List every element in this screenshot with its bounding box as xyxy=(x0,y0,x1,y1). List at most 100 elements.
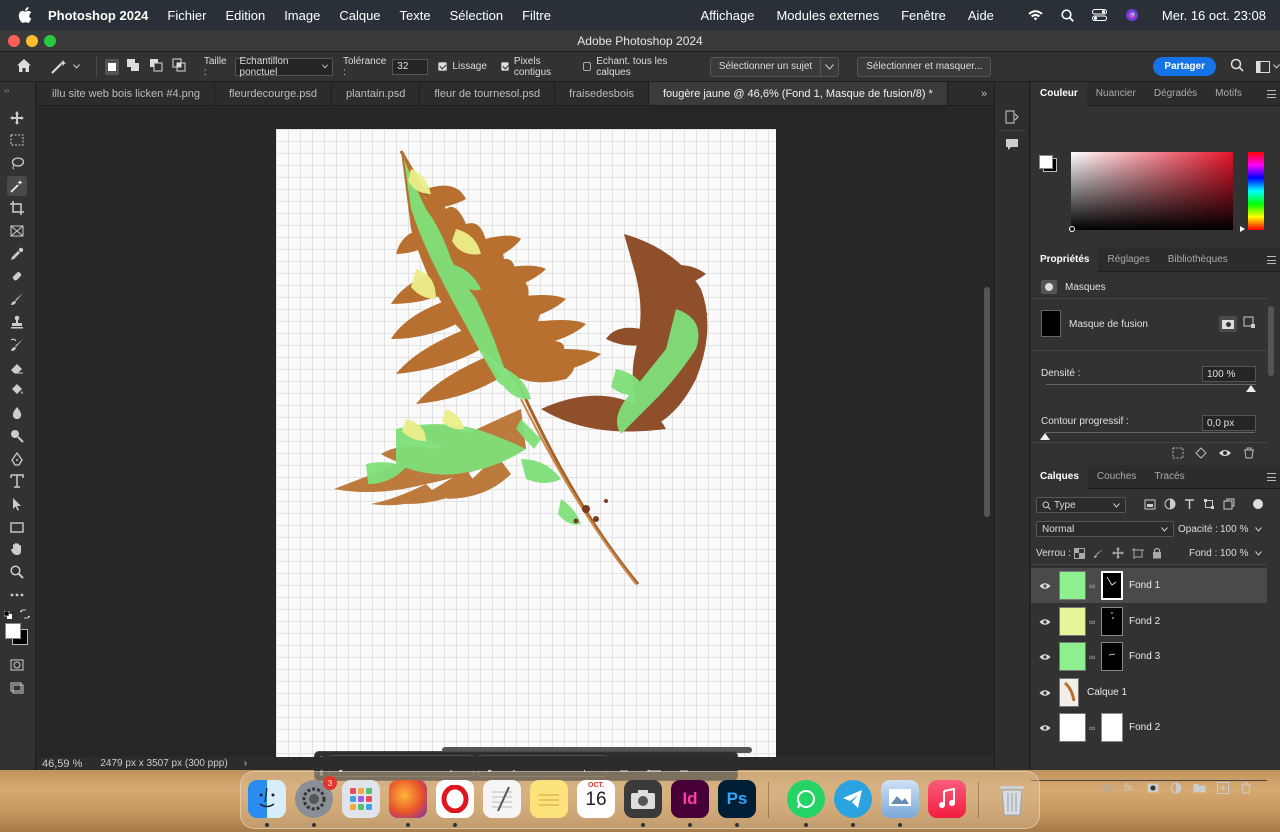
menu-image[interactable]: Image xyxy=(284,8,320,23)
select-subject-dropdown[interactable] xyxy=(821,56,840,77)
tab-couches[interactable]: Couches xyxy=(1088,465,1145,489)
tab-reglages[interactable]: Réglages xyxy=(1098,248,1158,272)
lock-pixels-icon[interactable] xyxy=(1093,548,1104,559)
hue-slider-handle[interactable] xyxy=(1240,226,1245,232)
link-icon[interactable]: ∞ xyxy=(1089,723,1097,733)
panel-menu-icon[interactable] xyxy=(1267,90,1276,98)
filter-shape-icon[interactable] xyxy=(1203,498,1215,510)
wifi-icon[interactable] xyxy=(1028,8,1044,22)
layer-row[interactable]: ∞ Fond 2 xyxy=(1031,604,1267,639)
opacity-value[interactable]: 100 % xyxy=(1220,524,1248,535)
layer-mask-thumbnail[interactable] xyxy=(1101,571,1123,600)
tab-fleur-de-tournesol[interactable]: fleur de tournesol.psd xyxy=(420,82,556,105)
screen-mode-icon[interactable] xyxy=(7,678,27,698)
frame-tool-icon[interactable] xyxy=(7,221,27,241)
photoshop-icon[interactable]: Ps xyxy=(718,780,756,818)
select-and-mask-button[interactable]: Sélectionner et masquer... xyxy=(857,56,992,77)
tab-proprietes[interactable]: Propriétés xyxy=(1031,247,1099,272)
apple-icon[interactable] xyxy=(18,7,32,23)
siri-icon[interactable] xyxy=(1124,8,1140,22)
system-settings-icon[interactable]: 3 xyxy=(295,776,337,818)
menu-calque[interactable]: Calque xyxy=(339,8,380,23)
filter-pixel-icon[interactable] xyxy=(1144,499,1156,510)
move-tool-icon[interactable] xyxy=(7,108,27,128)
layer-mask-thumbnail[interactable] xyxy=(1101,713,1123,742)
visibility-eye-icon[interactable] xyxy=(1037,653,1053,661)
trash-icon[interactable] xyxy=(993,780,1031,818)
telegram-icon[interactable] xyxy=(834,780,872,818)
layer-row[interactable]: ∞ Fond 2 xyxy=(1031,710,1267,745)
path-selection-tool-icon[interactable] xyxy=(7,494,27,514)
antialias-checkbox[interactable]: Lissage xyxy=(438,61,487,72)
menu-fichier[interactable]: Fichier xyxy=(167,8,206,23)
layer-name[interactable]: Fond 2 xyxy=(1129,616,1160,627)
filter-toggle-icon[interactable] xyxy=(1253,499,1263,509)
finder-icon[interactable] xyxy=(248,780,286,818)
dodge-tool-icon[interactable] xyxy=(7,426,27,446)
layer-name[interactable]: Fond 3 xyxy=(1129,651,1160,662)
link-layers-icon[interactable] xyxy=(1101,784,1113,792)
type-tool-icon[interactable] xyxy=(7,471,27,491)
group-folder-icon[interactable] xyxy=(1193,783,1206,793)
tab-calques[interactable]: Calques xyxy=(1031,464,1088,489)
home-icon[interactable] xyxy=(16,58,32,76)
magic-wand-preset-icon[interactable] xyxy=(50,59,80,75)
preview-icon[interactable] xyxy=(881,780,919,818)
workspace-icon[interactable] xyxy=(1255,60,1280,73)
apply-mask-icon[interactable] xyxy=(1195,446,1207,459)
menu-edition[interactable]: Edition xyxy=(225,8,265,23)
fx-icon[interactable]: fx. xyxy=(1124,782,1136,794)
link-icon[interactable]: ∞ xyxy=(1089,652,1097,662)
lock-position-icon[interactable] xyxy=(1112,547,1124,559)
layer-name[interactable]: Fond 1 xyxy=(1129,580,1160,591)
size-select[interactable]: Echantillon ponctuel xyxy=(234,56,333,78)
layer-row[interactable]: Calque 1 xyxy=(1031,675,1267,710)
layer-row[interactable]: ∞ Fond 3 xyxy=(1031,639,1267,674)
eye-icon[interactable] xyxy=(1218,448,1232,458)
mask-thumbnail[interactable] xyxy=(1041,310,1061,337)
fill-value[interactable]: 100 % xyxy=(1220,548,1248,559)
indesign-icon[interactable]: Id xyxy=(671,780,709,818)
whatsapp-icon[interactable] xyxy=(787,780,825,818)
tab-illu-site-web[interactable]: illu site web bois licken #4.png xyxy=(38,82,215,105)
menu-aide[interactable]: Aide xyxy=(968,8,994,23)
hand-tool-icon[interactable] xyxy=(7,539,27,559)
firefox-icon[interactable] xyxy=(389,780,427,818)
layer-name[interactable]: Calque 1 xyxy=(1087,687,1127,698)
menu-texte[interactable]: Texte xyxy=(400,8,431,23)
document-info[interactable]: 2479 px x 3507 px (300 ppp) xyxy=(100,758,227,769)
more-tools-icon[interactable] xyxy=(7,585,27,605)
textedit-icon[interactable] xyxy=(483,780,521,818)
tab-fraisedesbois[interactable]: fraisedesbois xyxy=(555,82,649,105)
load-selection-icon[interactable] xyxy=(1172,447,1184,459)
filter-type-icon[interactable] xyxy=(1184,498,1195,510)
opacity-chevron-icon[interactable] xyxy=(1255,527,1262,532)
adjustment-layer-icon[interactable] xyxy=(1170,782,1182,794)
density-input[interactable]: 100 % xyxy=(1202,366,1256,382)
eyedropper-tool-icon[interactable] xyxy=(7,244,27,264)
chevron-right-icon[interactable]: › xyxy=(244,758,247,769)
brush-tool-icon[interactable] xyxy=(7,289,27,309)
lock-artboard-icon[interactable] xyxy=(1132,547,1144,559)
opera-icon[interactable] xyxy=(436,780,474,818)
select-subject-button[interactable]: Sélectionner un sujet xyxy=(709,56,822,77)
layer-name[interactable]: Fond 2 xyxy=(1129,722,1160,733)
tab-plantain[interactable]: plantain.psd xyxy=(332,82,421,105)
add-selection-icon[interactable] xyxy=(126,58,140,75)
healing-brush-tool-icon[interactable] xyxy=(7,267,27,287)
link-icon[interactable]: ∞ xyxy=(1089,581,1097,591)
visibility-eye-icon[interactable] xyxy=(1037,618,1053,626)
calendar-icon[interactable]: OCT. 16 xyxy=(577,780,615,818)
sample-all-layers-checkbox[interactable]: Echant. tous les calques xyxy=(583,56,690,78)
foreground-color-chip[interactable] xyxy=(1039,155,1053,169)
screenshot-icon[interactable] xyxy=(624,780,662,818)
filter-smart-object-icon[interactable] xyxy=(1223,498,1235,510)
tab-traces[interactable]: Tracés xyxy=(1145,465,1193,489)
vertical-scrollbar[interactable] xyxy=(984,287,990,517)
crop-tool-icon[interactable] xyxy=(7,198,27,218)
vector-mask-icon[interactable] xyxy=(1243,316,1257,333)
tab-nuancier[interactable]: Nuancier xyxy=(1087,82,1145,106)
zoom-tool-icon[interactable] xyxy=(7,562,27,582)
more-tabs-icon[interactable]: » xyxy=(974,82,994,105)
menu-app-name[interactable]: Photoshop 2024 xyxy=(48,8,148,23)
